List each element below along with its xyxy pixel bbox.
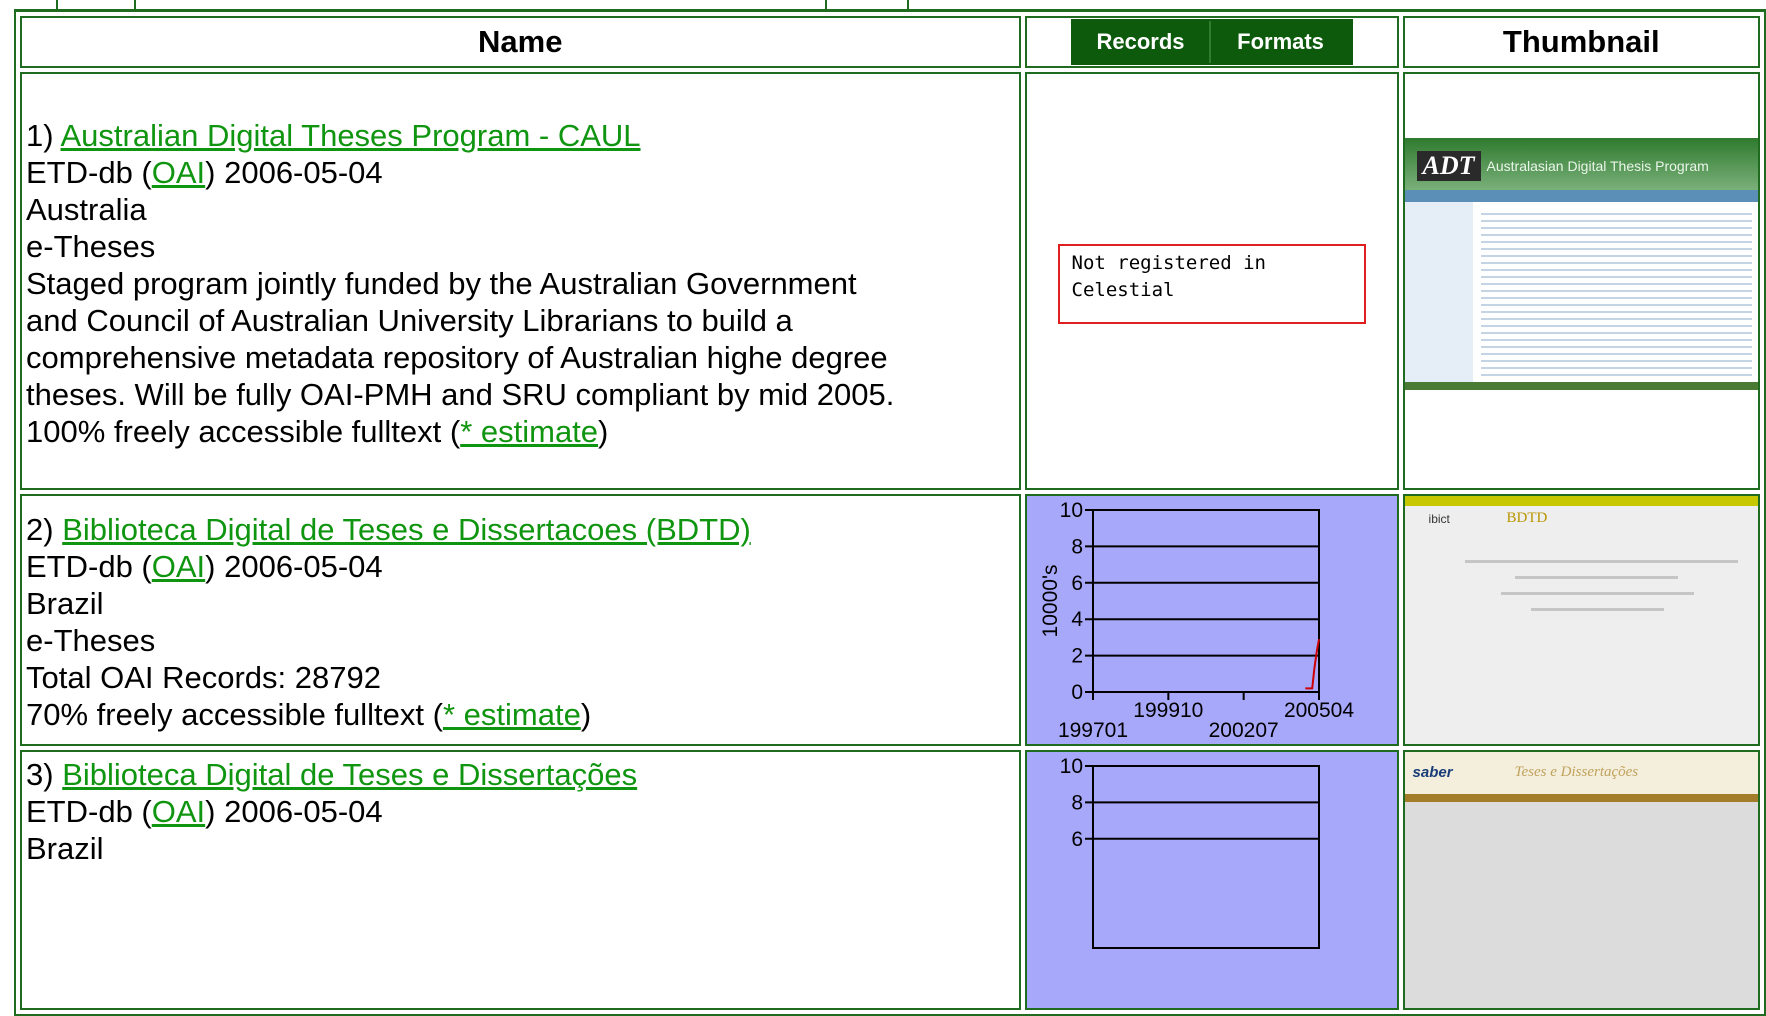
thumbnail-text (1500, 592, 1694, 595)
thumbnail-body (1480, 208, 1752, 378)
repository-heading: 2) Biblioteca Digital de Teses e Dissert… (26, 511, 1019, 548)
table-row: 3) Biblioteca Digital de Teses e Dissert… (20, 750, 1760, 1010)
oai-link[interactable]: OAI (152, 549, 205, 584)
estimate-link[interactable]: * estimate (443, 697, 581, 732)
y-tick-label: 8 (1071, 535, 1083, 558)
row-number: 1) (26, 117, 54, 153)
fulltext-line: 100% freely accessible fulltext (* estim… (26, 413, 1019, 450)
y-tick-label: 0 (1071, 681, 1083, 704)
repository-link[interactable]: Australian Digital Theses Program - CAUL (60, 118, 640, 153)
repository-description: Staged program jointly funded by the Aus… (26, 265, 895, 412)
fulltext-close: ) (580, 697, 592, 732)
software-label: ETD-db ( (26, 154, 152, 190)
thumbnail-title: Australasian Digital Thesis Program (1486, 158, 1709, 174)
ibict-logo: ibict (1428, 512, 1450, 526)
software-label: ETD-db ( (26, 794, 152, 829)
thumbnail-text (1514, 576, 1678, 579)
thumbnail-title: Teses e Dissertações (1514, 764, 1639, 780)
software-line: ETD-db (OAI) 2006-05-04 (26, 793, 1019, 830)
total-records: Total OAI Records: 28792 (26, 660, 381, 695)
table-row: 2) Biblioteca Digital de Teses e Dissert… (20, 494, 1760, 746)
formats-button[interactable]: Formats (1211, 21, 1351, 63)
not-registered-notice: Not registered in Celestial (1057, 244, 1366, 324)
country: Brazil (26, 831, 104, 866)
software-line: ETD-db (OAI) 2006-05-04 (26, 548, 1019, 585)
column-header-graph: Records Formats (1024, 16, 1399, 68)
content-type: e-Theses (26, 228, 156, 264)
y-tick-label: 6 (1071, 572, 1083, 595)
repository-heading: 3) Biblioteca Digital de Teses e Dissert… (26, 756, 1019, 793)
fulltext-line: 70% freely accessible fulltext (* estima… (26, 696, 1019, 733)
repository-info: 1) Australian Digital Theses Program - C… (20, 72, 1021, 490)
fulltext-label: 100% freely accessible fulltext ( (26, 413, 461, 449)
row-number: 2) (26, 512, 54, 547)
row-number: 3) (26, 757, 54, 792)
scroll-stub (56, 0, 136, 9)
update-date: ) 2006-05-04 (205, 549, 383, 584)
estimate-link[interactable]: * estimate (460, 414, 598, 449)
y-tick-label: 8 (1071, 791, 1083, 814)
y-tick-label: 6 (1071, 828, 1083, 851)
plot-area (1091, 765, 1320, 949)
bdtd-logo: BDTD (1506, 510, 1548, 526)
scroll-stub (825, 0, 909, 9)
thumbnail-image: ibict BDTD (1404, 496, 1758, 744)
software-line: ETD-db (OAI) 2006-05-04 (26, 154, 1019, 191)
x-tick-label: 199910 (1133, 699, 1203, 722)
thumbnail-image: ADT Australasian Digital Thesis Program (1404, 74, 1758, 488)
column-header-thumbnail: Thumbnail (1402, 16, 1760, 68)
thumbnail[interactable]: ADT Australasian Digital Thesis Program (1402, 72, 1760, 490)
thumbnail-navbar (1404, 794, 1758, 802)
software-label: ETD-db ( (26, 549, 152, 584)
update-date: ) 2006-05-04 (205, 794, 383, 829)
update-date: ) 2006-05-04 (205, 154, 383, 190)
y-tick-label: 10 (1059, 499, 1082, 522)
thumbnail-footer (1404, 382, 1758, 390)
y-tick-label: 2 (1071, 645, 1083, 668)
repository-heading: 1) Australian Digital Theses Program - C… (26, 117, 1019, 154)
thumbnail[interactable]: saber Teses e Dissertações (1402, 750, 1760, 1010)
y-axis-label: 10000's (1039, 565, 1062, 638)
repository-info: 3) Biblioteca Digital de Teses e Dissert… (20, 750, 1021, 1010)
column-header-name: Name (20, 16, 1021, 68)
series-line (1304, 639, 1320, 690)
fulltext-label: 70% freely accessible fulltext ( (26, 697, 443, 732)
records-button[interactable]: Records (1073, 21, 1211, 63)
plot-area (1091, 509, 1320, 693)
oai-link[interactable]: OAI (152, 794, 205, 829)
records-graph-cell: 6 8 10 (1024, 750, 1399, 1010)
records-graph-cell: 0 2 4 6 8 10 10000's 199910 200504 199701 200207 (1024, 494, 1399, 746)
repository-info: 2) Biblioteca Digital de Teses e Dissert… (20, 494, 1021, 746)
x-tick-label: 200504 (1283, 699, 1353, 722)
repository-link[interactable]: Biblioteca Digital de Teses e Dissertaco… (62, 512, 751, 547)
y-tick-label: 10 (1059, 755, 1082, 778)
thumbnail-banner (1404, 496, 1758, 506)
saber-logo: saber (1412, 764, 1453, 781)
repository-table: Name Records Formats Thumbnail 1) Austra… (14, 10, 1766, 1016)
x-tick-label: 199701 (1057, 719, 1127, 742)
repository-link[interactable]: Biblioteca Digital de Teses e Dissertaçõ… (62, 757, 637, 792)
thumbnail[interactable]: ibict BDTD (1402, 494, 1760, 746)
oai-link[interactable]: OAI (152, 155, 205, 190)
country: Brazil (26, 586, 104, 621)
records-formats-toggle: Records Formats (1070, 19, 1353, 65)
thumbnail-sidebar (1404, 202, 1473, 382)
header-row: Name Records Formats Thumbnail (20, 16, 1760, 68)
adt-logo: ADT (1416, 151, 1481, 181)
thumbnail-text (1530, 608, 1664, 611)
records-chart[interactable]: 0 2 4 6 8 10 10000's 199910 200504 199701 200207 (1026, 496, 1397, 744)
content-type: e-Theses (26, 623, 156, 658)
thumbnail-navbar (1404, 190, 1758, 202)
table-row: 1) Australian Digital Theses Program - C… (20, 72, 1760, 490)
country: Australia (26, 191, 147, 227)
records-graph-cell: Not registered in Celestial (1024, 72, 1399, 490)
y-tick-label: 4 (1071, 608, 1083, 631)
records-chart[interactable]: 6 8 10 (1026, 752, 1397, 1008)
x-tick-label: 200207 (1208, 719, 1278, 742)
fulltext-close: ) (598, 413, 609, 449)
thumbnail-image: saber Teses e Dissertações (1404, 752, 1758, 1008)
thumbnail-text (1464, 560, 1738, 563)
